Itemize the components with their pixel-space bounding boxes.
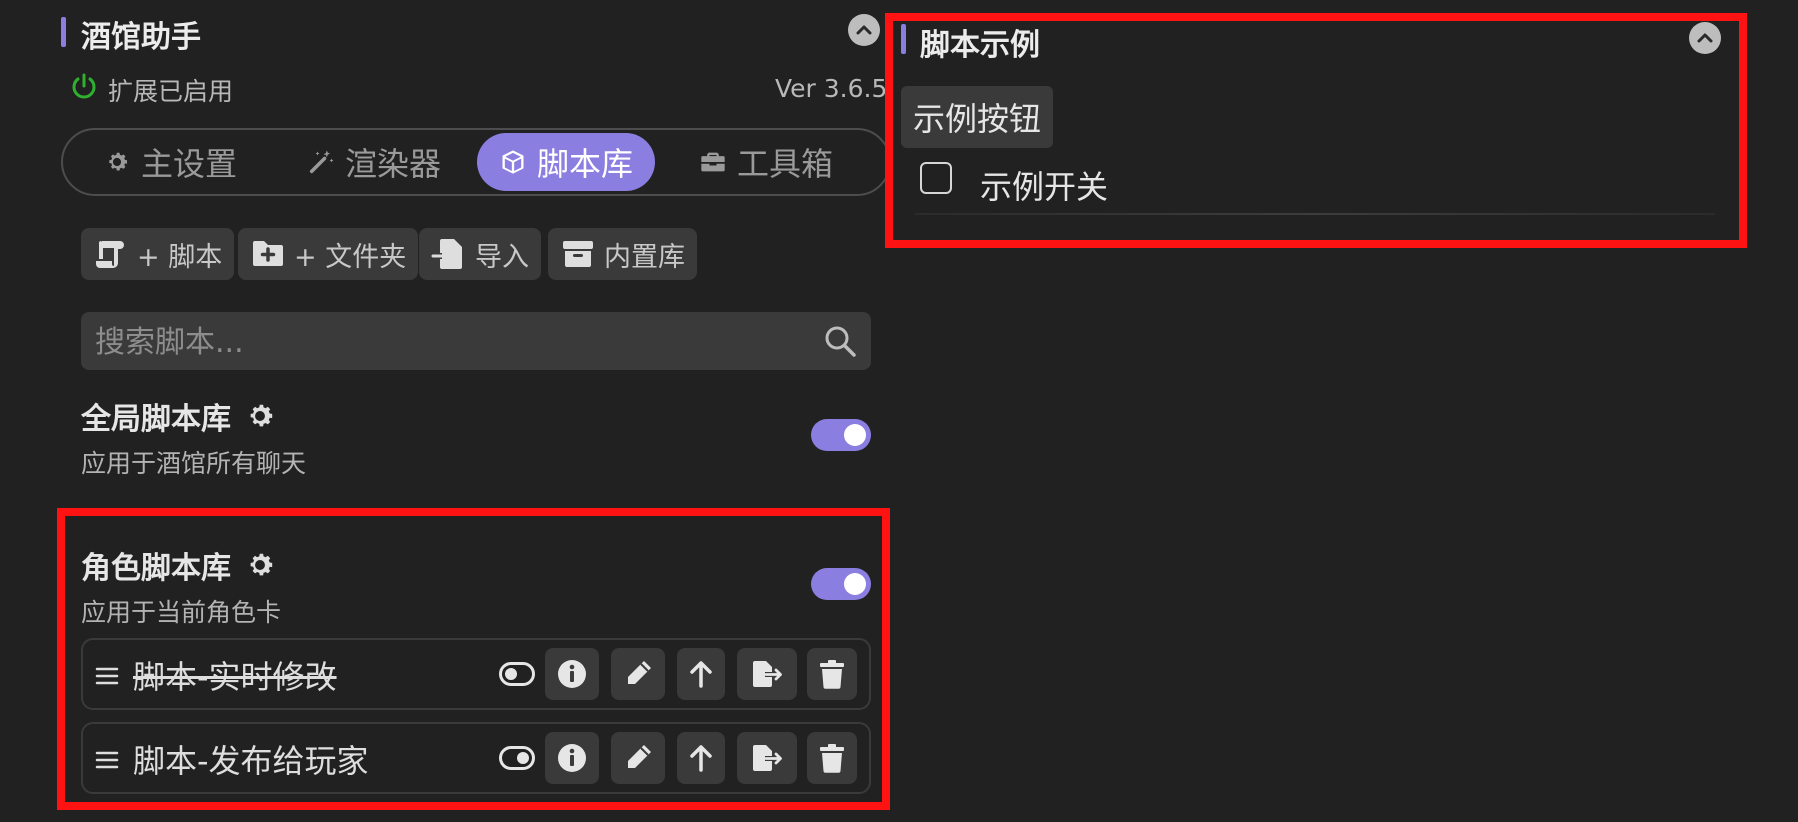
- collapse-button[interactable]: [1689, 22, 1721, 54]
- pencil-icon: [628, 745, 651, 768]
- button-label: + 文件夹: [294, 241, 407, 273]
- button-label: 内置库: [604, 241, 685, 273]
- example-panel-title: 脚本示例: [920, 28, 1040, 63]
- edit-button[interactable]: [611, 732, 665, 784]
- section-accent-bar: [901, 24, 906, 54]
- add-folder-button[interactable]: + 文件夹: [238, 228, 419, 280]
- tab-label: 工具箱: [737, 145, 834, 183]
- global-library-header: 全局脚本库: [81, 394, 277, 438]
- power-icon: [72, 73, 96, 99]
- file-export-icon: [753, 745, 782, 771]
- script-row: 脚本-实时修改: [81, 638, 871, 710]
- archive-icon: [563, 241, 593, 267]
- magic-wand-icon: [309, 150, 334, 174]
- chevron-up-icon: [1697, 33, 1713, 43]
- divider: [915, 213, 1715, 215]
- export-button[interactable]: [737, 648, 797, 700]
- delete-button[interactable]: [807, 732, 857, 784]
- cube-icon: [502, 150, 524, 174]
- trash-icon: [820, 744, 844, 773]
- tab-label: 脚本库: [537, 145, 634, 183]
- character-library-toggle[interactable]: [811, 568, 871, 600]
- gear-icon[interactable]: [243, 548, 277, 582]
- toggle-knob: [505, 668, 517, 680]
- arrow-up-icon: [690, 661, 712, 688]
- drag-handle-icon[interactable]: [95, 664, 119, 688]
- file-export-icon: [753, 661, 782, 687]
- toolbox-icon: [701, 152, 725, 172]
- script-name: 脚本-发布给玩家: [133, 742, 369, 780]
- info-button[interactable]: [545, 648, 599, 700]
- search-icon[interactable]: [823, 324, 857, 358]
- character-library-subtitle: 应用于当前角色卡: [81, 598, 282, 627]
- edit-button[interactable]: [611, 648, 665, 700]
- builtin-library-button[interactable]: 内置库: [548, 228, 697, 280]
- info-icon: [558, 660, 586, 688]
- info-button[interactable]: [545, 732, 599, 784]
- script-enable-toggle[interactable]: [499, 662, 535, 686]
- add-script-button[interactable]: + 脚本: [81, 228, 235, 280]
- global-library-toggle[interactable]: [811, 419, 871, 451]
- search-box: [81, 312, 871, 372]
- script-name: 脚本-实时修改: [133, 658, 337, 696]
- button-label: + 脚本: [137, 241, 223, 273]
- file-import-icon: [431, 239, 462, 269]
- import-button[interactable]: 导入: [419, 228, 541, 280]
- tab-bar: 主设置 渲染器 脚本库 工具箱: [61, 128, 891, 196]
- tab-label: 主设置: [141, 145, 238, 183]
- delete-button[interactable]: [807, 648, 857, 700]
- trash-icon: [820, 660, 844, 689]
- search-input[interactable]: [93, 312, 797, 372]
- example-button[interactable]: 示例按钮: [901, 86, 1054, 148]
- folder-plus-icon: [253, 241, 283, 266]
- panel-title: 酒馆助手: [81, 20, 201, 55]
- move-up-button[interactable]: [677, 648, 725, 700]
- arrow-up-icon: [690, 745, 712, 772]
- character-library-header: 角色脚本库: [81, 543, 277, 587]
- example-toggle-checkbox[interactable]: [920, 162, 952, 194]
- tab-script-library[interactable]: 脚本库: [477, 133, 656, 191]
- toggle-knob: [844, 573, 866, 595]
- move-up-button[interactable]: [677, 732, 725, 784]
- gear-icon: [109, 152, 128, 171]
- toggle-knob: [844, 424, 866, 446]
- example-toggle-label: 示例开关: [980, 168, 1109, 206]
- toggle-knob: [517, 752, 529, 764]
- tab-label: 渲染器: [345, 145, 442, 183]
- button-label: 导入: [475, 241, 529, 273]
- tab-renderer[interactable]: 渲染器: [285, 133, 463, 191]
- global-library-title: 全局脚本库: [81, 402, 231, 437]
- chevron-up-icon: [856, 25, 872, 35]
- version-label: Ver 3.6.5: [775, 74, 888, 103]
- script-row: 脚本-发布给玩家: [81, 722, 871, 794]
- drag-handle-icon[interactable]: [95, 748, 119, 772]
- script-enable-toggle[interactable]: [499, 746, 535, 770]
- pencil-icon: [628, 661, 651, 684]
- tab-toolbox[interactable]: 工具箱: [677, 133, 855, 191]
- extension-status: 扩展已启用: [108, 77, 234, 106]
- info-icon: [558, 744, 586, 772]
- collapse-button[interactable]: [848, 14, 880, 46]
- section-accent-bar: [61, 17, 66, 47]
- global-library-subtitle: 应用于酒馆所有聊天: [81, 449, 307, 478]
- scroll-icon: [96, 241, 124, 268]
- export-button[interactable]: [737, 732, 797, 784]
- character-library-title: 角色脚本库: [81, 551, 231, 586]
- gear-icon[interactable]: [243, 399, 277, 433]
- tab-main-settings[interactable]: 主设置: [81, 133, 259, 191]
